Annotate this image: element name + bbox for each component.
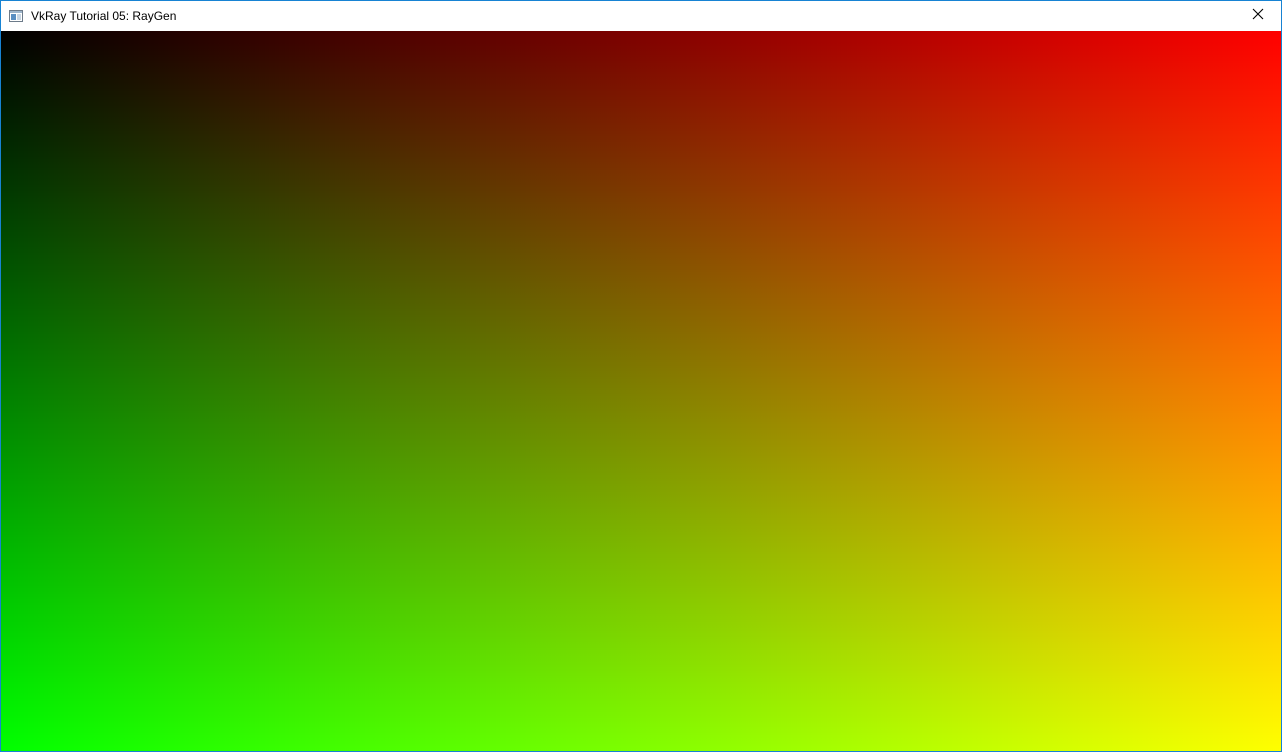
close-icon <box>1252 7 1264 25</box>
render-viewport[interactable] <box>1 31 1281 751</box>
raygen-gradient <box>1 31 1281 751</box>
title-bar[interactable]: VkRay Tutorial 05: RayGen <box>1 1 1281 31</box>
close-button[interactable] <box>1235 1 1281 31</box>
window-title: VkRay Tutorial 05: RayGen <box>31 9 177 23</box>
window-icon <box>9 9 23 22</box>
app-window: VkRay Tutorial 05: RayGen <box>0 0 1282 752</box>
